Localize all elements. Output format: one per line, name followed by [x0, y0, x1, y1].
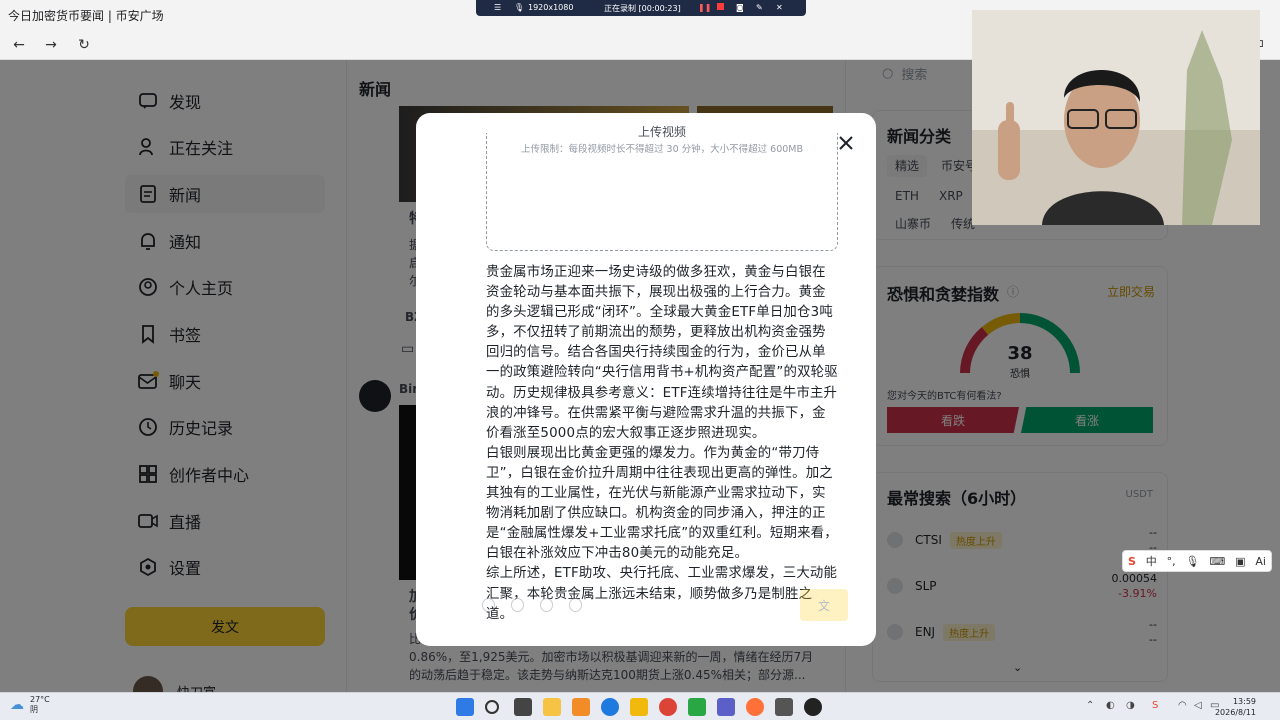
microphone-icon[interactable]: 🎙: [514, 3, 524, 12]
presenter-video: [972, 10, 1260, 225]
article-paragraph: 白银则展现出比黄金更强的爆发力。作为黄金的“带刀侍卫”，白银在金价拉升周期中往往…: [486, 445, 838, 562]
close-recorder-icon[interactable]: ✕: [776, 3, 783, 12]
webcam-overlay: [972, 10, 1260, 225]
app-icon[interactable]: [775, 698, 793, 716]
tray-chevron-icon[interactable]: ⌃: [1086, 700, 1094, 711]
chrome-icon[interactable]: [659, 698, 677, 716]
weather-widget[interactable]: ☁ 27°C 阴: [10, 695, 50, 715]
recording-status: 正在录制 [00:00:23]: [604, 4, 681, 13]
ime-toolbar[interactable]: S 中 °, 🎙 ⌨ ▣ Ai: [1122, 550, 1272, 572]
emoji-icon[interactable]: [482, 598, 495, 612]
mention-icon[interactable]: [540, 598, 553, 612]
publish-button[interactable]: 文: [800, 589, 848, 621]
pen-icon[interactable]: ✎: [756, 3, 763, 12]
skin-icon[interactable]: ▣: [1235, 555, 1245, 568]
window-title: 今日加密货币要闻 | 币安广场: [8, 9, 164, 23]
microphone-icon[interactable]: 🎙: [1186, 555, 1200, 568]
post-body-editor[interactable]: 贵金属市场正迎来一场史诗级的做多狂欢，黄金与白银在资金轮动与基本面共振下，展现出…: [486, 263, 838, 625]
tray-ime-icon[interactable]: S: [1152, 700, 1158, 711]
file-explorer-icon[interactable]: [543, 698, 561, 716]
reload-button[interactable]: ↻: [75, 36, 93, 54]
punctuation-icon[interactable]: °,: [1167, 555, 1176, 568]
article-paragraph: 贵金属市场正迎来一场史诗级的做多狂欢，黄金与白银在资金轮动与基本面共振下，展现出…: [486, 265, 838, 441]
camera-icon[interactable]: ◙: [736, 3, 744, 12]
keyboard-icon[interactable]: ⌨: [1209, 555, 1225, 568]
back-button[interactable]: ←: [10, 36, 28, 54]
post-editor-modal: 上传视频 上传限制：每段视频时长不得超过 30 分钟，大小不得超过 600MB …: [416, 113, 876, 646]
weather-condition: 阴: [30, 705, 38, 714]
start-icon[interactable]: [456, 698, 474, 716]
forward-button[interactable]: →: [42, 36, 60, 54]
browser-icon[interactable]: [601, 698, 619, 716]
volume-icon[interactable]: ◁: [1194, 700, 1202, 711]
ai-icon[interactable]: Ai: [1255, 555, 1266, 568]
stop-icon[interactable]: [717, 3, 724, 12]
pause-icon[interactable]: ❚❚: [698, 3, 711, 12]
system-clock[interactable]: 13:59 2026/8/11: [1215, 696, 1256, 718]
clock-time: 13:59: [1232, 697, 1256, 706]
search-icon[interactable]: [485, 700, 499, 714]
binance-icon[interactable]: [630, 698, 648, 716]
tray-app-icon[interactable]: ◑: [1126, 700, 1135, 711]
tray-app-icon[interactable]: ◐: [1106, 700, 1115, 711]
taskbar: ☁ 27°C 阴 ⌃ ◐ ◑ S ◠ ◁ ▭ 13:59 2026/8/11: [0, 692, 1280, 720]
image-icon[interactable]: [511, 598, 524, 612]
app-icon[interactable]: [688, 698, 706, 716]
close-icon[interactable]: [836, 133, 856, 153]
wifi-icon[interactable]: ◠: [1178, 700, 1187, 711]
app-icon[interactable]: [717, 698, 735, 716]
cloud-icon: ☁: [10, 697, 24, 713]
upload-limit: 上传限制：每段视频时长不得超过 30 分钟，大小不得超过 600MB: [521, 144, 803, 155]
upload-heading: 上传视频: [637, 125, 686, 139]
video-upload-area[interactable]: 上传视频 上传限制：每段视频时长不得超过 30 分钟，大小不得超过 600MB: [486, 125, 838, 251]
recording-resolution: 1920x1080: [528, 3, 574, 12]
hashtag-icon[interactable]: [569, 598, 582, 612]
ime-logo-icon[interactable]: S: [1128, 555, 1136, 568]
clock-date: 2026/8/11: [1214, 708, 1256, 717]
weather-temperature: 27°C: [30, 695, 50, 704]
screen-recorder-bar: ☰ 🎙 1920x1080 正在录制 [00:00:23] ❚❚ ◙ ✎ ✕: [476, 0, 806, 16]
search-tool-icon[interactable]: [572, 698, 590, 716]
ime-mode-toggle[interactable]: 中: [1146, 553, 1157, 569]
task-view-icon[interactable]: [514, 698, 532, 716]
recorder-app-icon[interactable]: [804, 698, 822, 716]
firefox-icon[interactable]: [746, 698, 764, 716]
editor-toolbar[interactable]: [482, 593, 582, 617]
menu-icon[interactable]: ☰: [494, 3, 501, 12]
